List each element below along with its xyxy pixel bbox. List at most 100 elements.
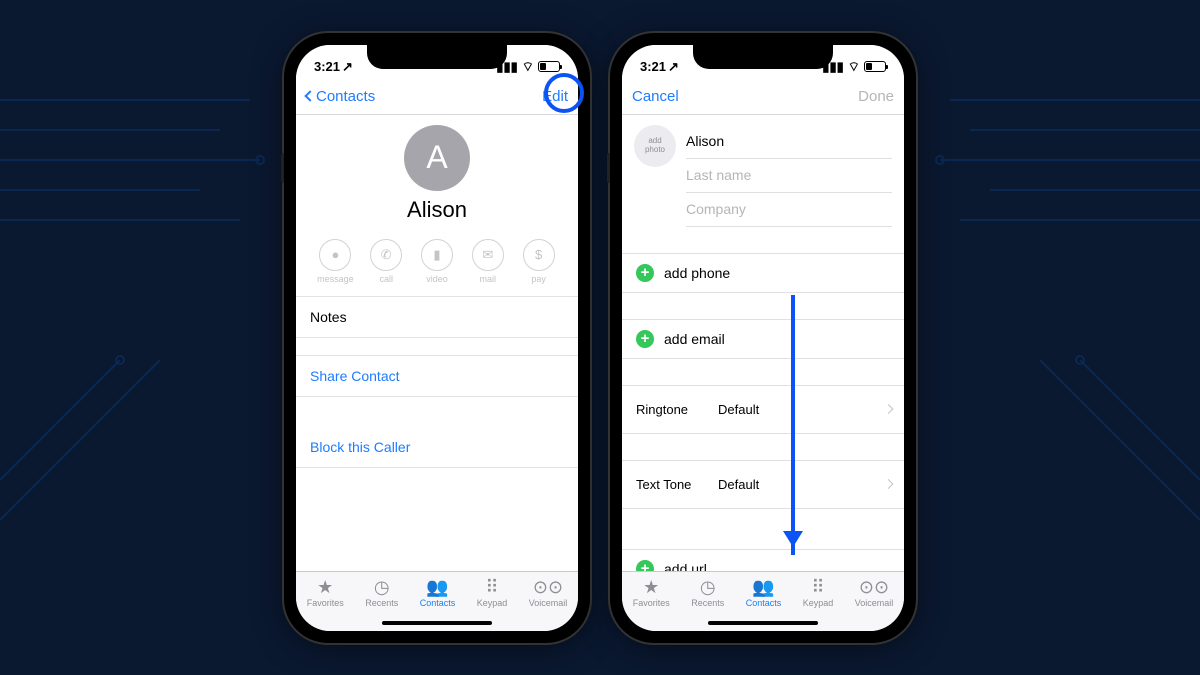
tab-label: Contacts: [420, 598, 456, 608]
tab-voicemail[interactable]: ⊙⊙Voicemail: [529, 578, 568, 608]
plus-icon: +: [636, 264, 654, 282]
edit-header: add photo Alison Last name Company: [622, 115, 904, 227]
action-label: message: [310, 274, 361, 284]
tab-label: Recents: [691, 598, 724, 608]
add-url-label: add url: [664, 561, 707, 571]
tab-label: Keypad: [477, 598, 508, 608]
nav-bar: Contacts Edit: [296, 79, 578, 115]
action-video[interactable]: ▮ video: [412, 239, 463, 284]
scroll-down-arrow: [791, 295, 795, 555]
voicemail-icon: ⊙⊙: [529, 578, 568, 598]
plus-icon: +: [636, 330, 654, 348]
texttone-key: Text Tone: [636, 477, 706, 492]
status-time: 3:21: [640, 59, 666, 74]
home-indicator[interactable]: [382, 621, 492, 625]
action-call[interactable]: ✆ call: [361, 239, 412, 284]
favorites-icon: ★: [633, 578, 670, 598]
mail-icon: ✉: [472, 239, 504, 271]
video-icon: ▮: [421, 239, 453, 271]
tab-label: Favorites: [633, 598, 670, 608]
action-label: pay: [513, 274, 564, 284]
tab-favorites[interactable]: ★Favorites: [307, 578, 344, 608]
tab-keypad[interactable]: ⠿Keypad: [803, 578, 834, 608]
status-time: 3:21: [314, 59, 340, 74]
tab-contacts[interactable]: 👥Contacts: [420, 578, 456, 608]
share-contact-label: Share Contact: [310, 368, 400, 384]
block-caller-label: Block this Caller: [310, 439, 410, 455]
phone-contact-view: 3:21↗ ▮▮▮ ⌔ Contacts Edit A Alison: [284, 33, 590, 643]
keypad-icon: ⠿: [803, 578, 834, 598]
ringtone-row[interactable]: Ringtone Default: [622, 385, 904, 434]
action-mail[interactable]: ✉ mail: [462, 239, 513, 284]
tab-contacts[interactable]: 👥Contacts: [746, 578, 782, 608]
plus-icon: +: [636, 560, 654, 571]
recents-icon: ◷: [365, 578, 398, 598]
contact-name: Alison: [296, 197, 578, 223]
first-name-field[interactable]: Alison: [686, 125, 892, 159]
avatar: A: [404, 125, 470, 191]
add-phone-label: add phone: [664, 265, 730, 281]
message-icon: ●: [319, 239, 351, 271]
tab-favorites[interactable]: ★Favorites: [633, 578, 670, 608]
action-message[interactable]: ● message: [310, 239, 361, 284]
action-label: call: [361, 274, 412, 284]
action-label: mail: [462, 274, 513, 284]
tab-recents[interactable]: ◷Recents: [365, 578, 398, 608]
location-icon: ↗: [668, 59, 679, 75]
tab-label: Favorites: [307, 598, 344, 608]
cancel-button[interactable]: Cancel: [632, 88, 679, 105]
add-photo-button[interactable]: add photo: [634, 125, 676, 167]
add-email-label: add email: [664, 331, 725, 347]
home-indicator[interactable]: [708, 621, 818, 625]
tab-label: Recents: [365, 598, 398, 608]
notes-label: Notes: [310, 309, 347, 325]
notes-row[interactable]: Notes: [296, 297, 578, 338]
tab-voicemail[interactable]: ⊙⊙Voicemail: [855, 578, 894, 608]
add-url-row[interactable]: + add url: [622, 549, 904, 571]
tab-label: Voicemail: [855, 598, 894, 608]
wifi-icon: ⌔: [522, 59, 534, 75]
call-icon: ✆: [370, 239, 402, 271]
wifi-icon: ⌔: [848, 59, 860, 75]
contacts-icon: 👥: [746, 578, 782, 598]
voicemail-icon: ⊙⊙: [855, 578, 894, 598]
edit-button[interactable]: Edit: [542, 88, 568, 105]
chevron-right-icon: [884, 404, 894, 414]
tab-label: Keypad: [803, 598, 834, 608]
back-button[interactable]: Contacts: [306, 88, 375, 105]
phone-notch: [367, 43, 507, 69]
keypad-icon: ⠿: [477, 578, 508, 598]
cancel-label: Cancel: [632, 88, 679, 105]
chevron-right-icon: [884, 479, 894, 489]
tab-recents[interactable]: ◷Recents: [691, 578, 724, 608]
phone-notch: [693, 43, 833, 69]
contacts-icon: 👥: [420, 578, 456, 598]
ringtone-value: Default: [718, 402, 759, 417]
back-label: Contacts: [316, 88, 375, 105]
share-contact-row[interactable]: Share Contact: [296, 356, 578, 397]
ringtone-key: Ringtone: [636, 402, 706, 417]
company-field[interactable]: Company: [686, 193, 892, 227]
block-caller-row[interactable]: Block this Caller: [296, 427, 578, 468]
contact-actions: ● message ✆ call ▮ video ✉ mail $ pay: [296, 233, 578, 297]
add-phone-row[interactable]: + add phone: [622, 253, 904, 293]
favorites-icon: ★: [307, 578, 344, 598]
pay-icon: $: [523, 239, 555, 271]
chevron-left-icon: [304, 90, 315, 101]
add-email-row[interactable]: + add email: [622, 319, 904, 359]
tab-keypad[interactable]: ⠿Keypad: [477, 578, 508, 608]
action-label: video: [412, 274, 463, 284]
tab-label: Voicemail: [529, 598, 568, 608]
location-icon: ↗: [342, 59, 353, 75]
last-name-field[interactable]: Last name: [686, 159, 892, 193]
phone-edit-view: 3:21↗ ▮▮▮ ⌔ Cancel Done add photo Alison: [610, 33, 916, 643]
tab-label: Contacts: [746, 598, 782, 608]
nav-bar: Cancel Done: [622, 79, 904, 115]
recents-icon: ◷: [691, 578, 724, 598]
section-gap: [296, 338, 578, 356]
texttone-value: Default: [718, 477, 759, 492]
texttone-row[interactable]: Text Tone Default: [622, 460, 904, 509]
battery-icon: [864, 61, 886, 72]
done-button[interactable]: Done: [858, 88, 894, 105]
action-pay[interactable]: $ pay: [513, 239, 564, 284]
